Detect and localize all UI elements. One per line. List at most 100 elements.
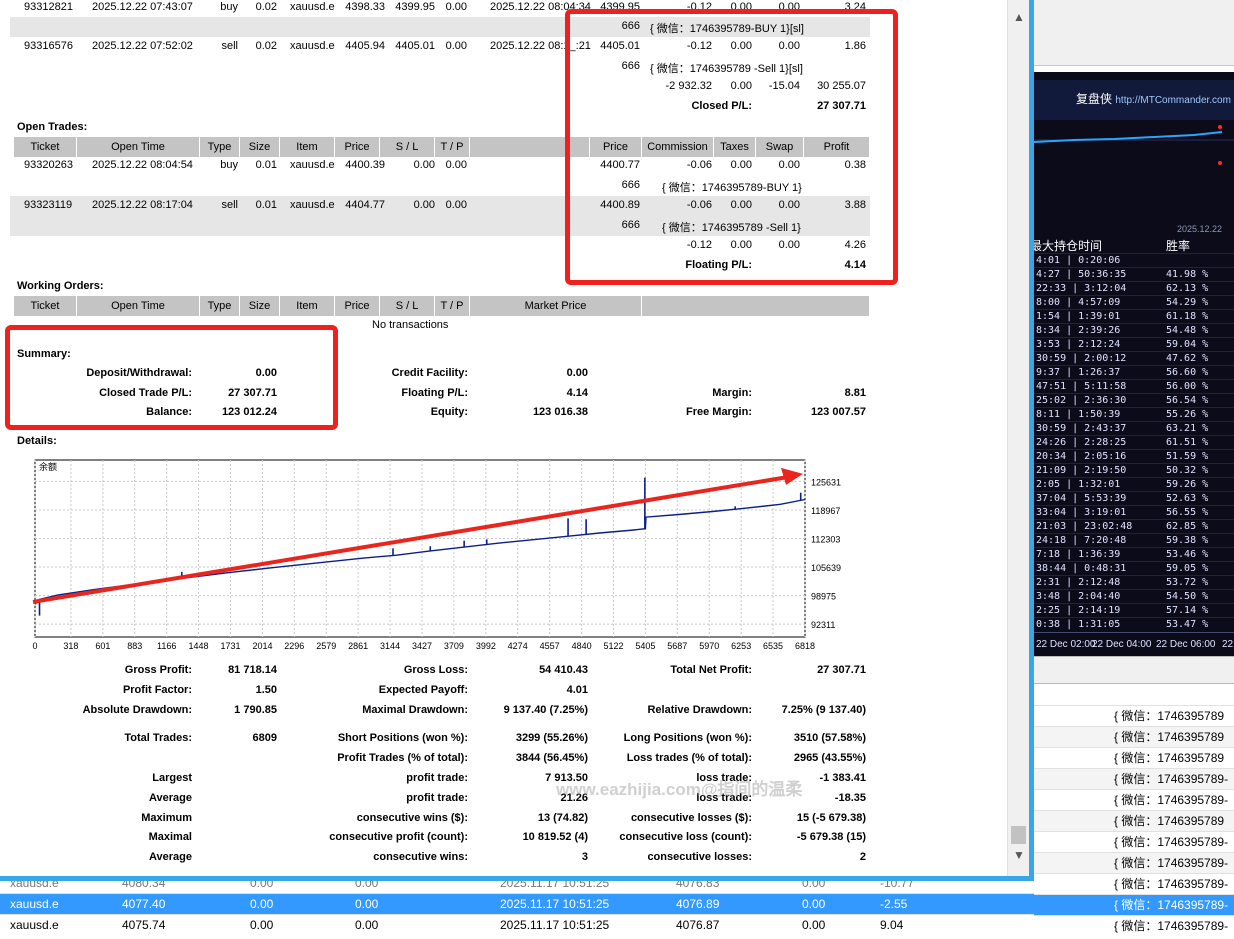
banner-url[interactable]: http://MTCommander.com: [1115, 95, 1231, 106]
y-tick-label: 118967: [811, 506, 840, 516]
hold-time: 37:04 | 5:53:39: [1036, 493, 1127, 504]
win-rate: 54.50 %: [1166, 591, 1209, 602]
floating-value: 4.14: [566, 387, 588, 399]
list-item[interactable]: { 微信：1746395789: [1034, 705, 1234, 726]
maximum-label: Maximum: [141, 812, 192, 824]
sl: 0.00: [413, 159, 435, 171]
stats-row: 38:44 | 0:48:31 59.05 %: [1034, 561, 1234, 575]
hold-time: 21:09 | 2:19:50: [1036, 465, 1127, 476]
list-item[interactable]: { 微信：1746395789-: [1034, 915, 1234, 936]
stats-row: 3:53 | 2:12:24 59.04 %: [1034, 337, 1234, 351]
list-item[interactable]: { 微信：1746395789: [1034, 810, 1234, 831]
tp: 0.00: [445, 1, 467, 13]
axis-label: 22 Dec 02:00: [1036, 639, 1096, 650]
column-header: Price: [335, 137, 380, 157]
stats-row: 33:04 | 3:19:01 56.55 %: [1034, 505, 1234, 519]
hold-time: 20:34 | 2:05:16: [1036, 451, 1127, 462]
stats-row: 25:02 | 2:36:30 56.54 %: [1034, 393, 1234, 407]
cell-c: 0.00: [802, 897, 826, 911]
expected-payoff-value: 4.01: [566, 684, 588, 696]
win-rate: 52.63 %: [1166, 493, 1209, 504]
hold-time: 24:18 | 7:20:48: [1036, 535, 1127, 546]
price: 4398.33: [345, 1, 385, 13]
stats-row: Profit Trades (% of total): 3844 (56.45%…: [10, 749, 870, 769]
y-tick-label: 125631: [811, 477, 841, 487]
table-row[interactable]: xauusd.e 4077.40 0.00 0.00 2025.11.17 10:51:…: [0, 893, 1034, 914]
type: sell: [221, 199, 238, 211]
column-header: Size: [240, 296, 280, 316]
win-rate: 51.59 %: [1166, 451, 1209, 462]
scroll-thumb[interactable]: [1011, 826, 1026, 844]
win-rate: 56.55 %: [1166, 507, 1209, 518]
maximal-label: Maximal: [148, 831, 192, 843]
list-item[interactable]: { 微信：1746395789: [1034, 726, 1234, 747]
hold-time: 24:26 | 2:28:25: [1036, 437, 1127, 448]
hold-time: 4:27 | 50:36:35: [1036, 269, 1127, 280]
average-label: Average: [148, 792, 192, 804]
column-header: Item: [280, 296, 335, 316]
list-item[interactable]: { 微信：1746395789-: [1034, 789, 1234, 810]
commander-banner[interactable]: 复盘侠 http://MTCommander.com: [1034, 80, 1234, 120]
profit-factor-label: Profit Factor:: [122, 684, 192, 696]
hold-time: 47:51 | 5:11:58: [1036, 381, 1127, 392]
y-tick-label: 92311: [811, 620, 835, 630]
x-tick-label: 3709: [444, 641, 464, 651]
maximal-loss-label: consecutive loss (count):: [619, 831, 752, 843]
list-item[interactable]: { 微信：1746395789-: [1034, 852, 1234, 873]
balance-chart: 125631 118967 112303 105639 98975 92311 0 318 60…: [24, 455, 844, 655]
list-item[interactable]: { 微信：1746395789-: [1034, 873, 1234, 894]
avg-cons-wins-value: 3: [581, 851, 588, 863]
hold-time: 8:00 | 4:57:09: [1036, 297, 1121, 308]
stats-row: 30:59 | 2:43:37 63.21 %: [1034, 421, 1234, 435]
open-time: 2025.12.22 07:52:02: [92, 40, 193, 52]
stats-row: 30:59 | 2:00:12 47.62 %: [1034, 351, 1234, 365]
stats-row: Gross Profit: 81 718.14 Gross Loss: 54 4…: [10, 661, 870, 681]
margin-value: 8.81: [844, 387, 866, 399]
win-rate: 59.04 %: [1166, 339, 1209, 350]
win-rate: 59.05 %: [1166, 563, 1209, 574]
stats-row: 24:26 | 2:28:25 61.51 %: [1034, 435, 1234, 449]
win-rate: 55.26 %: [1166, 409, 1209, 420]
list-item[interactable]: { 微信：1746395789-: [1034, 831, 1234, 852]
hold-time: 2:05 | 1:32:01: [1036, 479, 1121, 490]
scroll-up-icon[interactable]: ▲: [1013, 10, 1025, 24]
annotation-box-pl: [565, 9, 898, 285]
cell-a: 0.00: [250, 897, 274, 911]
stats-row: 4:01 | 0:20:06: [1034, 253, 1234, 267]
panel-date: 2025.12.22: [1177, 224, 1223, 234]
vertical-scrollbar[interactable]: ▲ ▼: [1007, 0, 1029, 876]
scroll-down-icon[interactable]: ▼: [1013, 848, 1025, 862]
x-tick-label: 3144: [380, 641, 400, 651]
time-axis: 22 Dec 02:00 22 Dec 04:00 22 Dec 06:00 22: [1034, 632, 1234, 656]
hold-time: 25:02 | 2:36:30: [1036, 395, 1127, 406]
size: 0.02: [255, 1, 277, 13]
column-header: Open Time: [77, 137, 200, 157]
win-rate: 62.85 %: [1166, 521, 1209, 532]
hold-time: 3:53 | 2:12:24: [1036, 339, 1121, 350]
x-tick-label: 1166: [157, 641, 176, 651]
list-item[interactable]: { 微信：1746395789-: [1034, 768, 1234, 789]
avg-cons-losses-label: consecutive losses:: [647, 851, 752, 863]
max-cons-wins-label: consecutive wins ($):: [356, 812, 468, 824]
tp: 0.00: [445, 199, 467, 211]
cell-time: 2025.11.17 10:51:25: [500, 897, 610, 911]
plot-frame: [34, 459, 806, 638]
x-tick-label: 2861: [348, 641, 368, 651]
total-net-value: 27 307.71: [817, 664, 866, 676]
stats-row: 20:34 | 2:05:16 51.59 %: [1034, 449, 1234, 463]
ticket: 93312821: [24, 1, 73, 13]
x-tick-label: 0: [32, 641, 37, 651]
table-row[interactable]: xauusd.e 4075.74 0.00 0.00 2025.11.17 10:51:…: [0, 914, 1034, 935]
hold-time: 33:04 | 3:19:01: [1036, 507, 1127, 518]
cell-b: 0.00: [355, 918, 379, 932]
stats-row: Average consecutive wins: 3 consecutive …: [10, 848, 870, 868]
cell-price2: 4076.87: [676, 918, 720, 932]
x-tick-label: 5122: [603, 641, 623, 651]
ticket: 93323119: [24, 199, 73, 211]
hold-time: 8:34 | 2:39:26: [1036, 325, 1121, 336]
column-header: Item: [280, 137, 335, 157]
list-item[interactable]: { 微信：1746395789-: [1034, 894, 1234, 915]
list-item[interactable]: { 微信：1746395789: [1034, 747, 1234, 768]
open-time: 2025.12.22 08:04:54: [92, 159, 193, 171]
x-tick-label: 5970: [699, 641, 719, 651]
